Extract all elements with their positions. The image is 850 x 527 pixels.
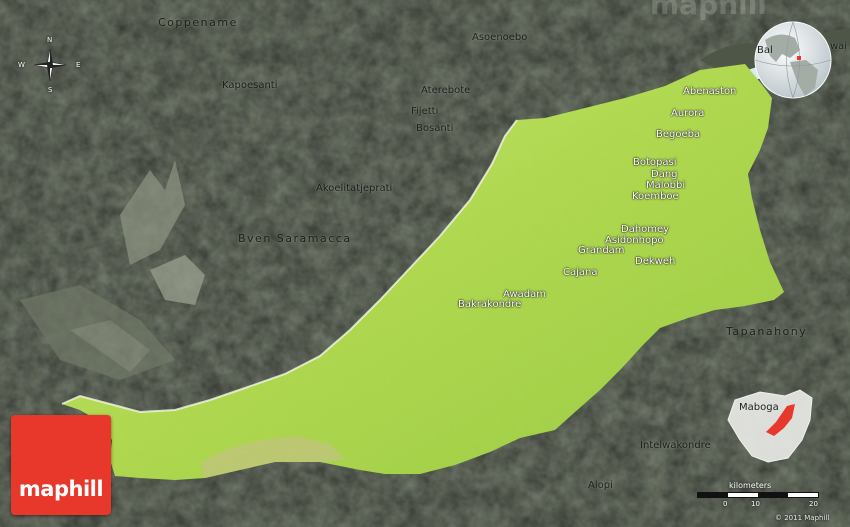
compass-north-label: N — [47, 36, 53, 44]
compass-south-label: S — [48, 86, 53, 94]
place-label: Koemboe — [632, 191, 679, 202]
maphill-logo[interactable]: maphill — [11, 415, 111, 515]
region-label: Bven Saramacca — [238, 232, 352, 245]
scale-title: kilometers — [729, 481, 772, 490]
place-label: Fijetti — [411, 106, 439, 117]
scale-bar-track — [697, 492, 819, 498]
place-label: Akoelitatjeprati — [316, 183, 393, 194]
place-label: Begoeba — [656, 129, 701, 140]
place-label: Abenaston — [683, 86, 737, 97]
place-label: Dekweh — [635, 256, 676, 267]
place-label: Bal — [757, 45, 773, 56]
scale-tick: 10 — [751, 500, 760, 508]
copyright-text: © 2011 Maphill — [775, 514, 830, 522]
compass-west-label: W — [18, 61, 25, 69]
region-label: Tapanahony — [726, 325, 808, 338]
globe-locator-icon — [754, 21, 832, 99]
place-label: Kapoesanti — [222, 80, 278, 91]
place-label: Aurora — [671, 108, 705, 119]
place-label: Grandam — [578, 245, 625, 256]
map-view: maphill N E S W Coppename Bven Saramacca… — [0, 0, 850, 527]
scale-tick: 20 — [809, 500, 818, 508]
place-label: wai — [830, 41, 848, 52]
place-label: Intelwakondre — [640, 440, 711, 451]
region-label: Coppename — [158, 16, 238, 29]
compass-east-label: E — [76, 61, 81, 69]
scale-segment — [698, 493, 728, 497]
scale-tick: 0 — [723, 500, 728, 508]
terrain-base — [0, 0, 850, 527]
watermark-text: maphill — [650, 0, 767, 21]
place-label: Bosanti — [416, 123, 454, 134]
place-label: Alopi — [588, 480, 613, 491]
logo-text: maphill — [18, 477, 104, 501]
place-label: Botopasi — [633, 157, 677, 168]
place-label: Asoenoebo — [472, 32, 528, 43]
scale-bar: kilometers 0 10 20 — [697, 481, 819, 511]
place-label: Cajana — [563, 267, 598, 278]
place-label: Aterebote — [421, 85, 471, 96]
place-label: Maboga — [739, 402, 779, 413]
scale-segment — [758, 493, 788, 497]
place-label: Bakrakondre — [458, 299, 522, 310]
